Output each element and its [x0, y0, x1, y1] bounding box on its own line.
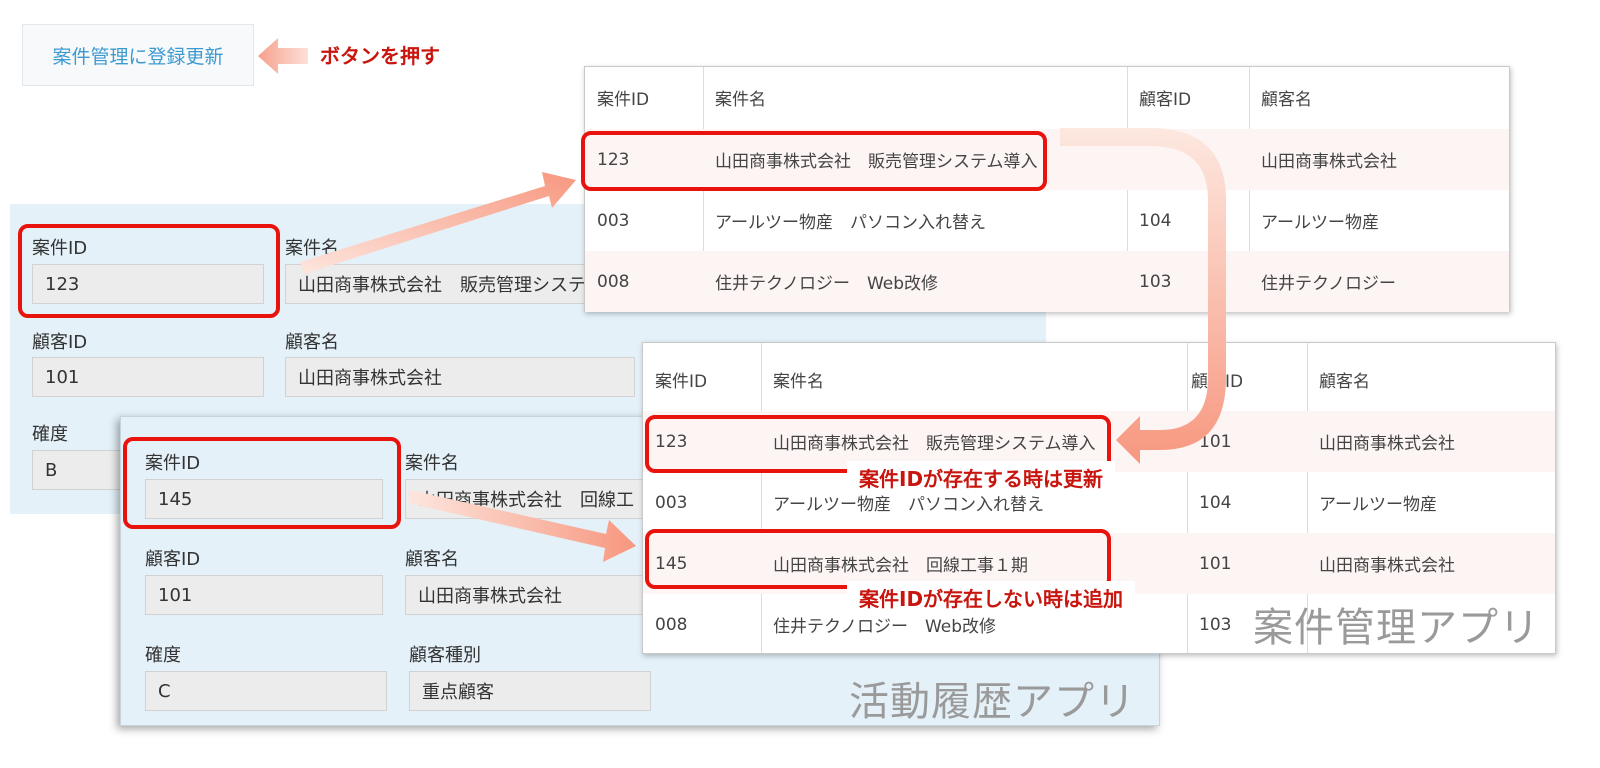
- customer-name-label: 顧客名: [405, 549, 459, 570]
- certainty-label: 確度: [145, 645, 181, 666]
- customer-id-field[interactable]: 101: [145, 575, 383, 615]
- cell-customer-name: 山田商事株式会社: [1261, 152, 1397, 172]
- project-app-title: 案件管理アプリ: [1253, 605, 1540, 651]
- cell-project-id: 008: [655, 614, 688, 635]
- customer-id-label: 顧客ID: [32, 332, 88, 353]
- cell-project-name: アールツー物産 パソコン入れ替え: [715, 213, 986, 233]
- cell-customer-name: 住井テクノロジー: [1261, 274, 1396, 294]
- cell-customer-id: 103: [1199, 614, 1232, 635]
- certainty-field[interactable]: C: [145, 671, 387, 711]
- cell-project-name: 住井テクノロジー Web改修: [715, 274, 939, 294]
- column-header: 案件名: [715, 90, 766, 110]
- cell-customer-name: 山田商事株式会社: [1319, 434, 1455, 454]
- customer-id-field[interactable]: 101: [32, 357, 264, 397]
- highlight-box: [123, 437, 401, 529]
- cell-customer-name: 山田商事株式会社: [1319, 556, 1455, 576]
- table-header-row: 案件ID 案件名 顧客ID 顧客名: [585, 67, 1509, 128]
- project-table-after: 案件ID 案件名 顧客ID 顧客名 123 山田商事株式会社 販売管理システム導…: [642, 342, 1556, 654]
- cell-customer-id: 101: [1199, 553, 1232, 574]
- table-row[interactable]: 003 アールツー物産 パソコン入れ替え 104 アールツー物産: [585, 190, 1509, 251]
- cell-project-id: 008: [597, 271, 630, 292]
- project-name-label: 案件名: [405, 453, 459, 474]
- project-name-field[interactable]: 山田商事株式会社 回線工: [405, 479, 645, 519]
- cell-project-id: 003: [655, 492, 688, 513]
- cell-customer-id: 101: [1199, 431, 1232, 452]
- cell-project-id: 003: [597, 210, 630, 231]
- column-header: 顧客ID: [1191, 372, 1244, 392]
- push-instruction-label: ボタンを押す: [320, 44, 440, 68]
- activity-app-title: 活動履歴アプリ: [849, 679, 1136, 725]
- cell-customer-id: 104: [1139, 210, 1172, 231]
- column-header: 案件ID: [655, 372, 708, 392]
- project-table-before: 案件ID 案件名 顧客ID 顧客名 123 山田商事株式会社 販売管理システム導…: [581, 66, 1510, 312]
- customer-type-field[interactable]: 重点顧客: [409, 671, 651, 711]
- cell-customer-name: アールツー物産: [1319, 495, 1437, 515]
- column-header: 案件ID: [597, 90, 650, 110]
- table-header-row: 案件ID 案件名 顧客ID 顧客名: [643, 349, 1555, 410]
- customer-name-field[interactable]: 山田商事株式会社: [405, 575, 645, 615]
- highlight-box: [645, 529, 1111, 589]
- update-note: 案件IDが存在する時は更新: [847, 461, 1116, 494]
- register-update-button[interactable]: 案件管理に登録更新: [22, 24, 254, 86]
- highlight-box: [18, 224, 280, 318]
- customer-type-label: 顧客種別: [409, 645, 481, 666]
- column-header: 顧客名: [1319, 372, 1370, 392]
- push-arrow-icon: [258, 38, 308, 74]
- certainty-label: 確度: [32, 424, 68, 445]
- customer-id-label: 顧客ID: [145, 549, 201, 570]
- table-row[interactable]: 008 住井テクノロジー Web改修 103 住井テクノロジー: [585, 251, 1509, 312]
- column-header: 顧客ID: [1139, 90, 1192, 110]
- column-header: 顧客名: [1261, 90, 1312, 110]
- project-name-label: 案件名: [285, 238, 339, 259]
- cell-customer-id: 103: [1139, 271, 1172, 292]
- cell-customer-id: 104: [1199, 492, 1232, 513]
- customer-name-field[interactable]: 山田商事株式会社: [285, 357, 635, 397]
- customer-name-label: 顧客名: [285, 332, 339, 353]
- project-name-field[interactable]: 山田商事株式会社 販売管理システ: [285, 264, 615, 304]
- highlight-box: [581, 131, 1047, 191]
- cell-customer-name: アールツー物産: [1261, 213, 1379, 233]
- column-header: 案件名: [773, 372, 824, 392]
- add-note: 案件IDが存在しない時は追加: [847, 581, 1136, 614]
